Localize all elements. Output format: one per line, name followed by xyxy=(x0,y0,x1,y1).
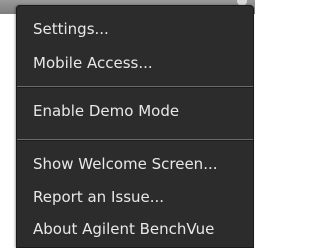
menu-item-enable-demo-mode[interactable]: Enable Demo Mode xyxy=(17,98,253,124)
menu-item-about-benchvue[interactable]: About Agilent BenchVue xyxy=(17,216,253,242)
menu-separator xyxy=(17,139,253,141)
menu-item-report-issue[interactable]: Report an Issue... xyxy=(17,184,253,210)
menu-item-settings[interactable]: Settings... xyxy=(17,16,253,42)
menu-item-show-welcome-screen[interactable]: Show Welcome Screen... xyxy=(17,151,253,177)
menu-separator xyxy=(17,86,253,88)
context-menu: Settings... Mobile Access... Enable Demo… xyxy=(16,5,254,248)
menu-item-mobile-access[interactable]: Mobile Access... xyxy=(17,50,253,76)
